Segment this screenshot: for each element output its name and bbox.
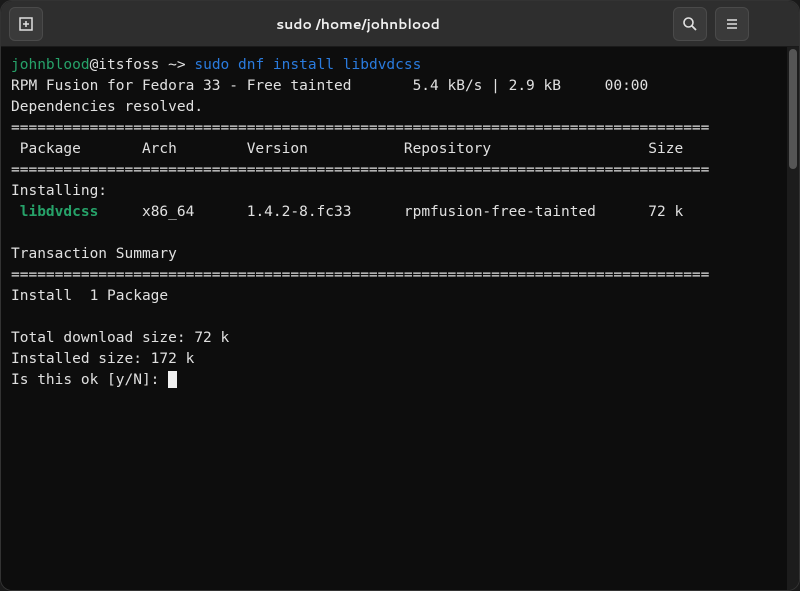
content-wrap: johnblood@itsfoss ~> sudo dnf install li… xyxy=(1,47,799,590)
installing-label: Installing: xyxy=(11,183,107,199)
menu-button[interactable] xyxy=(715,7,749,41)
search-button[interactable] xyxy=(673,7,707,41)
confirm-prompt: Is this ok [y/N]: xyxy=(11,372,168,388)
hamburger-icon xyxy=(724,16,740,32)
repo-line: RPM Fusion for Fedora 33 - Free tainted … xyxy=(11,78,648,94)
titlebar-right-buttons xyxy=(673,7,791,41)
rule-bottom: ========================================… xyxy=(11,267,709,283)
cursor xyxy=(168,371,177,388)
package-details: x86_64 1.4.2-8.fc33 rpmfusion-free-taint… xyxy=(98,204,683,220)
rule-top: ========================================… xyxy=(11,120,709,136)
close-button[interactable] xyxy=(757,7,791,41)
close-icon xyxy=(757,7,791,41)
prompt-path: ~> xyxy=(168,57,185,73)
deps-resolved: Dependencies resolved. xyxy=(11,99,203,115)
table-header: Package Arch Version Repository Size xyxy=(11,141,683,157)
new-tab-icon xyxy=(18,16,34,32)
search-icon xyxy=(682,16,698,32)
install-count: Install 1 Package xyxy=(11,288,168,304)
new-tab-button[interactable] xyxy=(9,7,43,41)
installed-size: Installed size: 172 k xyxy=(11,351,194,367)
txn-summary-label: Transaction Summary xyxy=(11,246,177,262)
rule-mid: ========================================… xyxy=(11,162,709,178)
prompt-host: @itsfoss xyxy=(90,57,160,73)
command-rest: dnf install libdvdcss xyxy=(238,57,421,73)
scrollbar[interactable] xyxy=(787,47,799,590)
package-name: libdvdcss xyxy=(20,204,99,220)
scrollbar-thumb[interactable] xyxy=(789,49,797,169)
command-sudo: sudo xyxy=(194,57,229,73)
titlebar: sudo /home/johnblood xyxy=(1,1,799,47)
prompt-user: johnblood xyxy=(11,57,90,73)
terminal-window: sudo /home/johnblood johnblood@itsfoss ~… xyxy=(0,0,800,591)
download-size: Total download size: 72 k xyxy=(11,330,229,346)
terminal-content[interactable]: johnblood@itsfoss ~> sudo dnf install li… xyxy=(1,47,787,590)
window-title: sudo /home/johnblood xyxy=(51,14,665,34)
